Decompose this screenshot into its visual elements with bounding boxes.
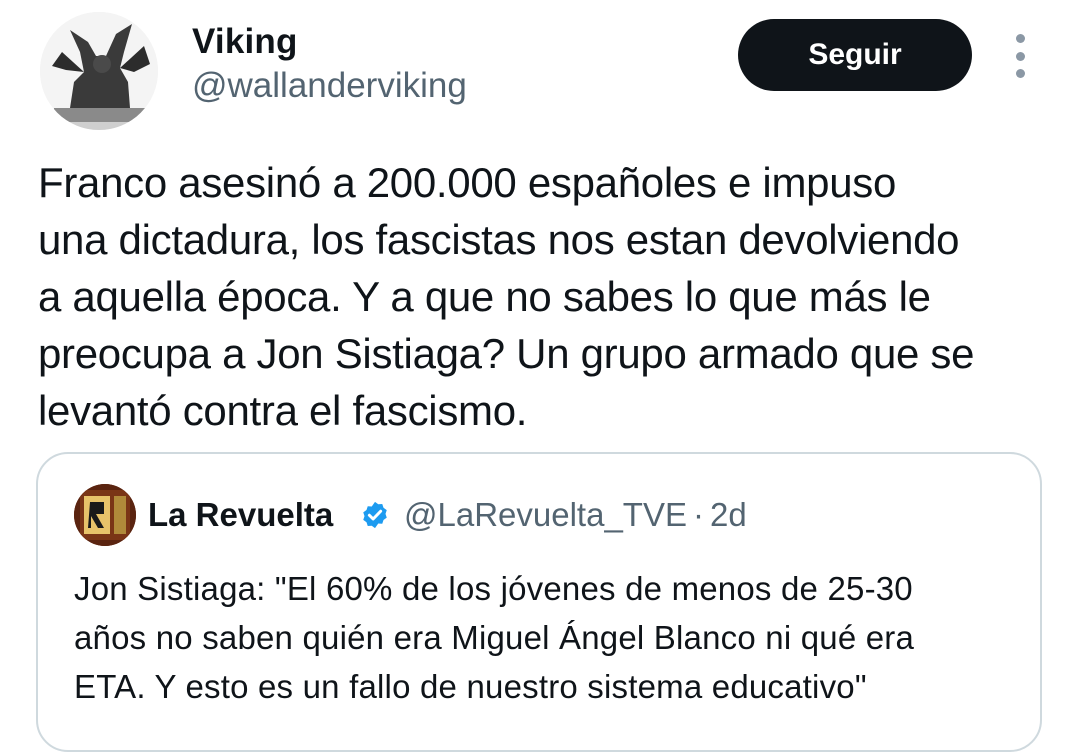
gargoyle-statue-avatar <box>40 12 158 130</box>
quoted-handle-line: @LaRevuelta_TVE · 2d <box>404 496 747 534</box>
author-avatar[interactable] <box>40 12 158 130</box>
more-dot <box>1015 69 1025 78</box>
quoted-tweet-card[interactable]: La Revuelta @LaRevuelta_TVE · 2d Jon Sisti… <box>36 452 1042 752</box>
author-display-name[interactable]: Viking <box>192 22 298 62</box>
la-revuelta-logo-avatar <box>74 484 136 546</box>
verified-badge-icon <box>363 501 387 529</box>
quoted-tweet-text: Jon Sistiaga: "El 60% de los jóvenes de … <box>74 570 915 705</box>
quoted-display-name[interactable]: La Revuelta <box>148 496 333 534</box>
more-vertical-icon[interactable] <box>1008 34 1032 78</box>
author-handle[interactable]: @wallanderviking <box>192 66 467 106</box>
follow-button[interactable]: Seguir <box>738 19 972 91</box>
separator-dot: · <box>692 496 704 533</box>
quoted-handle[interactable]: @LaRevuelta_TVE <box>404 496 687 533</box>
tweet-text: Franco asesinó a 200.000 españoles e imp… <box>38 159 975 434</box>
quoted-timestamp[interactable]: 2d <box>710 496 747 533</box>
more-dot <box>1015 51 1025 61</box>
more-dot <box>1015 34 1025 43</box>
quoted-author-avatar[interactable] <box>74 484 136 546</box>
